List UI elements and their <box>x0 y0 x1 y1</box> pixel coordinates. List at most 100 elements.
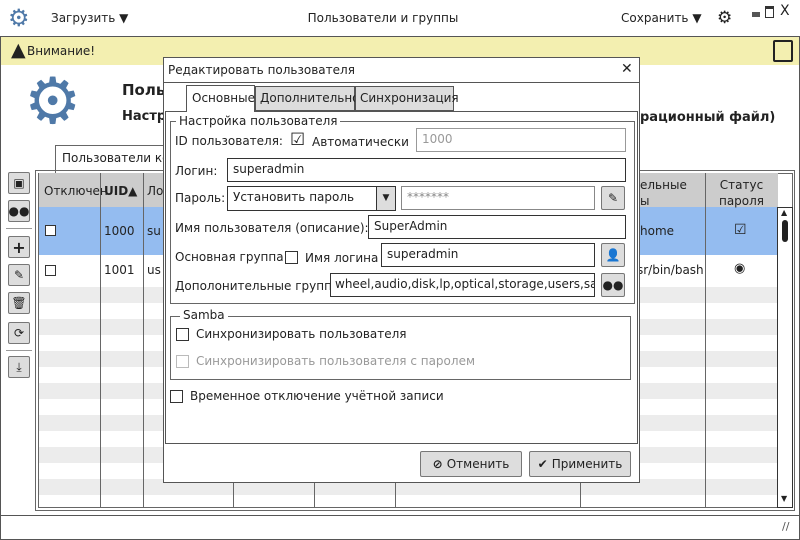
page-subtitle: Настр <box>122 109 167 124</box>
tab-advanced-label: Дополнительно <box>260 91 360 105</box>
maximize-icon[interactable] <box>765 6 774 18</box>
groups-button[interactable]: ●● <box>8 200 30 222</box>
user-card-icon: ▣ <box>13 176 25 190</box>
select-extra-groups-button[interactable]: ●● <box>601 273 625 297</box>
auto-id-label: Автоматически <box>312 135 409 149</box>
header-status-line2: пароля <box>718 194 765 208</box>
edit-user-dialog: Редактировать пользователя ✕ Основные До… <box>163 57 640 483</box>
warning-icon: ▲ <box>11 39 26 61</box>
password-label: Пароль: <box>175 191 226 205</box>
plus-icon: + <box>12 237 26 257</box>
temp-disable-checkbox[interactable] <box>170 390 183 403</box>
trash-icon: 🗑 <box>11 296 27 310</box>
login-name-checkbox[interactable] <box>285 251 298 264</box>
extra-groups-input[interactable]: wheel,audio,disk,lp,optical,storage,user… <box>330 273 595 297</box>
select-group-button[interactable]: 👤 <box>601 243 625 267</box>
cancel-label: Отменить <box>446 457 510 471</box>
row-disabled-checkbox[interactable] <box>45 225 56 236</box>
refresh-button[interactable]: ⟳ <box>8 322 30 344</box>
caret-down-icon: ▼ <box>692 11 702 25</box>
user-icon: 👤 <box>605 248 621 262</box>
user-card-button[interactable]: ▣ <box>8 172 30 194</box>
cell-login: us <box>147 263 161 277</box>
samba-group <box>170 316 631 380</box>
edit-button[interactable]: ✎ <box>8 264 30 286</box>
save-menu[interactable]: Сохранить ▼ <box>621 11 702 25</box>
delete-button[interactable]: 🗑 <box>8 292 30 314</box>
settings-gear-icon[interactable]: ⚙ <box>717 8 732 28</box>
password-mode-select[interactable]: Установить пароль ▼ <box>227 186 396 211</box>
check-icon: ✔ <box>537 457 548 471</box>
header-groups-line1: ельные <box>640 178 687 192</box>
header-uid-label: UID <box>104 184 129 198</box>
save-lock-icon[interactable] <box>773 40 793 62</box>
sync-password-label: Синхронизировать пользователя с паролем <box>196 354 475 368</box>
title-bar: ⚙ Загрузить ▼ Пользователи и группы Сохр… <box>0 0 800 37</box>
download-button[interactable]: ⤓ <box>8 356 30 378</box>
download-icon: ⤓ <box>16 359 22 374</box>
header-login[interactable]: Ло <box>147 184 163 198</box>
edit-password-button[interactable]: ✎ <box>601 186 625 210</box>
toolbar-separator <box>6 350 32 351</box>
id-label: ID пользователя: <box>175 134 283 148</box>
user-settings-legend: Настройка пользователя <box>176 114 341 128</box>
sort-asc-icon: ▲ <box>128 184 138 198</box>
extra-groups-label: Дополонительные группы: <box>175 279 346 293</box>
scroll-down-icon[interactable]: ▼ <box>781 494 787 503</box>
primary-group-input[interactable]: superadmin <box>381 243 595 267</box>
temp-disable-label: Временное отключение учётной записи <box>190 389 444 403</box>
col-divider <box>705 173 706 507</box>
fullname-input[interactable]: SuperAdmin <box>368 215 626 239</box>
statusbar-divider <box>0 515 800 516</box>
sync-user-label: Синхронизировать пользователя <box>196 327 407 341</box>
header-groups[interactable]: ельные ы <box>640 177 687 209</box>
row-disabled-checkbox[interactable] <box>45 265 56 276</box>
add-button[interactable]: + <box>8 236 30 258</box>
cell-shell: sr/bin/bash <box>637 263 704 277</box>
page-subtitle-end: рационный файл) <box>640 110 776 125</box>
tab-users[interactable]: Пользователи ко <box>55 145 175 173</box>
scroll-thumb[interactable] <box>782 220 788 242</box>
cancel-button[interactable]: ⊘ Отменить <box>420 451 522 477</box>
group-icon: ●● <box>602 278 624 292</box>
cell-login: su <box>147 224 161 238</box>
vertical-scrollbar[interactable]: ▲ ▼ <box>777 207 793 508</box>
primary-group-label: Основная группа: <box>175 250 288 264</box>
resize-grip-icon[interactable]: // <box>782 520 789 533</box>
scroll-up-icon[interactable]: ▲ <box>781 208 787 217</box>
pencil-icon: ✎ <box>607 191 619 205</box>
id-input[interactable]: 1000 <box>416 128 626 152</box>
tab-sync[interactable]: Синхронизация <box>355 86 459 111</box>
header-uid[interactable]: UID▲ <box>104 184 137 198</box>
close-icon[interactable]: X <box>780 3 790 19</box>
header-disabled[interactable]: Отключен <box>44 184 108 198</box>
sync-user-checkbox[interactable] <box>176 328 189 341</box>
dialog-title-divider <box>164 82 639 83</box>
password-radio-icon: ◉ <box>734 261 746 276</box>
auto-id-checkbox[interactable]: ☑ <box>290 130 305 150</box>
minimize-icon[interactable] <box>752 12 760 17</box>
tab-advanced[interactable]: Дополнительно <box>255 86 360 111</box>
apply-button[interactable]: ✔ Применить <box>529 451 631 477</box>
group-icon: ●● <box>8 204 30 218</box>
fullname-label: Имя пользователя (описание): <box>175 221 369 235</box>
login-label: Логин: <box>175 164 218 178</box>
sync-password-checkbox[interactable] <box>176 355 189 368</box>
login-input[interactable]: superadmin <box>227 158 626 182</box>
tab-sync-label: Синхронизация <box>360 91 459 105</box>
tab-basic[interactable]: Основные <box>186 85 255 112</box>
dialog-close-icon[interactable]: ✕ <box>621 61 633 77</box>
dropdown-caret-icon[interactable]: ▼ <box>376 187 395 210</box>
cancel-icon: ⊘ <box>432 457 443 471</box>
cell-home: home <box>640 224 675 238</box>
save-label: Сохранить <box>621 11 689 25</box>
col-divider <box>100 173 101 507</box>
apply-label: Применить <box>551 457 623 471</box>
password-input[interactable]: ******* <box>401 186 595 210</box>
refresh-icon: ⟳ <box>13 326 25 340</box>
login-name-label: Имя логина <box>305 251 379 265</box>
header-password-status[interactable]: Статус пароля <box>705 177 778 209</box>
col-divider <box>143 173 144 507</box>
cell-uid: 1001 <box>104 263 135 277</box>
dialog-title: Редактировать пользователя <box>168 63 355 77</box>
